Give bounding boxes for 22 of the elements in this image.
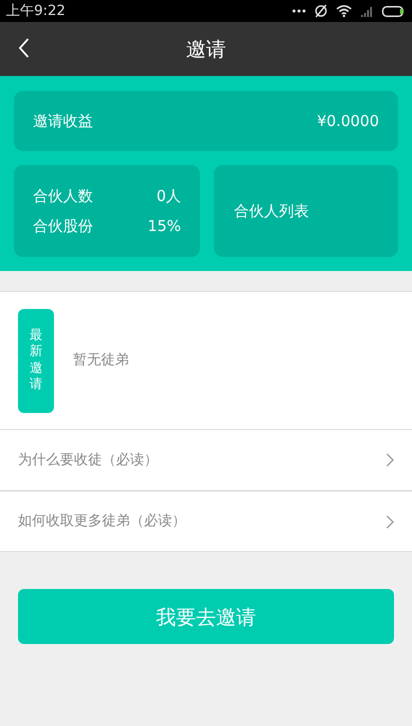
stat-value: 0人: [156, 186, 181, 206]
link-row[interactable]: 如何收取更多徒弟（必读）: [0, 491, 412, 552]
latest-invites-tag: 最新邀请: [18, 308, 54, 412]
alarm-off-icon: [314, 4, 328, 18]
stat-label: 合伙股份: [33, 216, 93, 237]
battery-icon: [382, 6, 406, 16]
page-title: 邀请: [186, 36, 226, 63]
signal-icon: [360, 5, 374, 17]
earnings-label: 邀请收益: [33, 110, 93, 132]
earnings-value: ¥0.0000: [316, 110, 379, 132]
status-time: 上午9:22: [6, 2, 66, 20]
empty-message: 暂无徒弟: [73, 351, 129, 370]
invite-button[interactable]: 我要去邀请: [18, 589, 394, 644]
stat-value: 15%: [148, 216, 181, 237]
wifi-icon: [336, 5, 352, 17]
stat-label: 合伙人数: [33, 186, 93, 206]
link-row[interactable]: 为什么要收徒（必读）: [0, 430, 412, 491]
partner-list-card[interactable]: 合伙人列表: [214, 165, 398, 257]
chevron-icon: [386, 453, 394, 467]
back-icon[interactable]: [18, 37, 30, 59]
more-icon: [292, 9, 306, 13]
chevron-icon: [386, 514, 394, 528]
